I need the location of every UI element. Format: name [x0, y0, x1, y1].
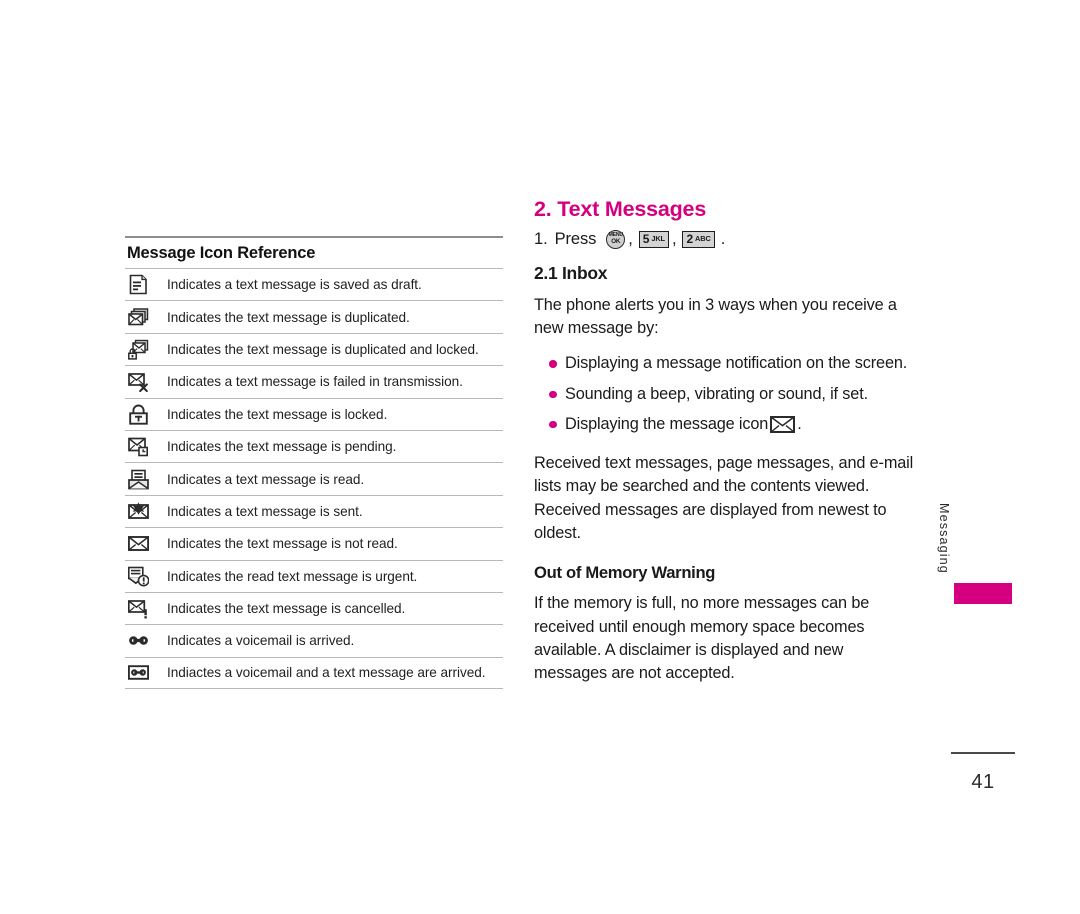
key-separator-2: ,	[671, 229, 677, 248]
bullet-dot-icon	[549, 360, 557, 368]
table-row: Indicates the text message is locked.	[125, 397, 503, 430]
locked-message-icon	[125, 404, 167, 425]
table-row: Indicates the text message is not read.	[125, 527, 503, 559]
table-row: Indicates a text message is failed in tr…	[125, 365, 503, 397]
inbox-heading: 2.1 Inbox	[534, 262, 608, 283]
icon-description: Indicates a text message is failed in tr…	[167, 374, 463, 390]
step-terminator: .	[720, 229, 726, 248]
table-row: Indicates a text message is saved as dra…	[125, 268, 503, 300]
icon-description: Indiactes a voicemail and a text message…	[167, 665, 486, 681]
icon-description: Indicates the read text message is urgen…	[167, 568, 418, 584]
bullet-dot-icon	[549, 420, 557, 429]
alert-methods-list: Displaying a message notification on the…	[534, 352, 916, 440]
key-2-abc-icon: 2 ABC	[682, 230, 715, 248]
draft-message-icon	[125, 274, 167, 295]
icon-description: Indicates the text message is not read.	[167, 536, 398, 552]
cancelled-message-icon	[125, 598, 167, 619]
list-item: Displaying a message notification on the…	[534, 352, 916, 375]
icon-description: Indicates the text message is pending.	[167, 439, 397, 455]
icon-reference-table: Indicates a text message is saved as dra…	[125, 268, 503, 690]
duplicated-message-icon	[125, 307, 167, 328]
key-separator-1: ,	[628, 229, 633, 248]
out-of-memory-heading: Out of Memory Warning	[534, 563, 716, 583]
urgent-read-message-icon	[125, 566, 167, 587]
page-title: Message Icon Reference	[127, 244, 316, 262]
icon-description: Indicates the text message is locked.	[167, 406, 388, 422]
icon-description: Indicates the text message is duplicated…	[167, 309, 410, 325]
bullet-dot-icon	[549, 390, 557, 399]
duplicated-locked-message-icon	[125, 339, 167, 360]
table-row: Indiactes a voicemail and a text message…	[125, 656, 503, 690]
list-item-label: Sounding a beep, vibrating or sound, if …	[565, 384, 868, 403]
chapter-content: 2. Text Messages 1. Press MENU OK , 5 JK…	[534, 197, 916, 698]
menu-ok-key-icon: MENU OK	[606, 229, 626, 249]
list-item: Sounding a beep, vibrating or sound, if …	[534, 383, 916, 406]
key-5-jkl-icon: 5 JKL	[638, 230, 669, 248]
list-item: Displaying the message icon .	[534, 413, 916, 440]
table-row: Indicates the text message is duplicated…	[125, 300, 503, 332]
table-row: Indicates the text message is cancelled.	[125, 591, 503, 624]
page-number: 41	[971, 771, 995, 793]
out-of-memory-paragraph: If the memory is full, no more messages …	[534, 594, 870, 683]
step-number: 1.	[534, 229, 548, 248]
voicemail-icon	[125, 630, 167, 651]
press-step-instruction: 1. Press MENU OK , 5 JKL , 2 ABC .	[534, 229, 916, 249]
table-row: Indicates a voicemail is arrived.	[125, 624, 503, 656]
icon-description: Indicates a text message is read.	[167, 471, 365, 487]
chapter-heading: 2. Text Messages	[534, 197, 707, 221]
icon-description: Indicates a text message is saved as dra…	[167, 277, 422, 293]
received-messages-paragraph: Received text messages, page messages, a…	[534, 454, 914, 543]
step-verb: Press	[554, 229, 597, 248]
footer-rule	[951, 752, 1015, 754]
unread-message-icon	[125, 533, 167, 554]
read-message-icon	[125, 469, 167, 490]
table-row: Indicates a text message is read.	[125, 462, 503, 494]
side-tab-color-block	[954, 583, 1012, 604]
icon-description: Indicates a voicemail is arrived.	[167, 633, 355, 649]
table-row: Indicates the read text message is urgen…	[125, 559, 503, 592]
side-tab-label: Messaging	[937, 503, 951, 574]
pending-message-icon	[125, 436, 167, 457]
list-item-label: Displaying the message icon	[565, 414, 769, 433]
table-row: Indicates the text message is pending.	[125, 429, 503, 462]
table-row: Indicates a text message is sent.	[125, 494, 503, 527]
icon-description: Indicates the text message is cancelled.	[167, 601, 406, 617]
table-row: Indicates the text message is duplicated…	[125, 332, 503, 365]
icon-description: Indicates the text message is duplicated…	[167, 341, 479, 357]
list-item-label: Displaying a message notification on the…	[565, 354, 908, 373]
list-item-suffix: .	[797, 414, 802, 433]
message-envelope-icon	[770, 415, 796, 440]
failed-transmission-message-icon	[125, 371, 167, 393]
sent-message-icon	[125, 501, 167, 522]
voicemail-and-text-icon	[125, 662, 167, 683]
message-icon-reference-section: Message Icon Reference Indicates a text …	[125, 236, 503, 690]
intro-paragraph: The phone alerts you in 3 ways when you …	[534, 295, 897, 337]
icon-description: Indicates a text message is sent.	[167, 503, 363, 519]
